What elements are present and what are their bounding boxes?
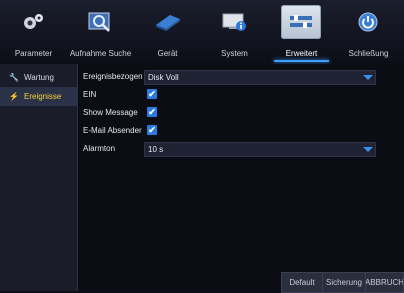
default-button[interactable]: Default	[281, 272, 323, 293]
settings-panel: Ereignisbezogen Disk Voll EIN ✔ Show Mes…	[78, 64, 404, 291]
alarm-label: Alarmton	[83, 144, 116, 153]
nav-geraet[interactable]: Gerät	[134, 0, 201, 64]
nav-schliessung[interactable]: Schließung	[335, 0, 402, 64]
app-window: Parameter Aufnahme Suche Gerät System Er…	[0, 0, 404, 293]
alarm-duration-value: 10 s	[148, 145, 164, 154]
advanced-settings-icon	[281, 5, 321, 39]
chevron-down-icon	[361, 143, 375, 156]
cancel-button[interactable]: ABBRUCH	[365, 272, 404, 293]
wrench-icon: 🔧	[9, 73, 19, 82]
checkmark-icon: ✔	[148, 88, 156, 99]
gear-icon	[13, 5, 53, 39]
event-type-label: Ereignisbezogen	[83, 72, 143, 81]
nav-label: Erweitert	[285, 49, 318, 58]
nav-label: Parameter	[14, 49, 53, 58]
alarm-duration-select[interactable]: 10 s	[144, 142, 376, 157]
video-search-icon	[80, 5, 120, 39]
ein-label: EIN	[83, 90, 97, 99]
alarm-row: Alarmton 10 s	[78, 140, 404, 157]
sidebar-item-wartung[interactable]: 🔧 Wartung	[0, 68, 77, 87]
power-icon	[348, 5, 388, 39]
ein-row: EIN ✔	[78, 86, 404, 103]
nav-label: Gerät	[157, 49, 178, 58]
event-type-value: Disk Voll	[148, 73, 179, 82]
sidebar-item-label: Wartung	[24, 73, 54, 82]
sidebar: 🔧 Wartung ⚡ Ereignisse	[0, 64, 78, 291]
event-type-select[interactable]: Disk Voll	[144, 70, 376, 85]
event-type-row: Ereignisbezogen Disk Voll	[78, 68, 404, 85]
monitor-info-icon	[214, 5, 254, 39]
sidebar-item-ereignisse[interactable]: ⚡ Ereignisse	[0, 87, 77, 106]
nav-system[interactable]: System	[201, 0, 268, 64]
show-message-label: Show Message	[83, 108, 138, 117]
nav-parameter[interactable]: Parameter	[0, 0, 67, 64]
nav-label: Aufnahme Suche	[69, 49, 132, 58]
nav-aufnahme-suche[interactable]: Aufnahme Suche	[67, 0, 134, 64]
show-message-row: Show Message ✔	[78, 104, 404, 121]
nav-erweitert[interactable]: Erweitert	[268, 0, 335, 64]
nav-label: System	[221, 49, 248, 58]
email-checkbox[interactable]: ✔	[147, 125, 157, 135]
email-label: E-Mail Absender	[83, 126, 142, 135]
ein-checkbox[interactable]: ✔	[147, 89, 157, 99]
checkmark-icon: ✔	[148, 124, 156, 135]
save-button[interactable]: Sicherung	[322, 272, 366, 293]
chevron-down-icon	[361, 71, 375, 84]
active-tab-indicator	[274, 60, 329, 62]
harddisk-icon	[147, 5, 187, 39]
checkmark-icon: ✔	[148, 106, 156, 117]
show-message-checkbox[interactable]: ✔	[147, 107, 157, 117]
nav-label: Schließung	[348, 49, 389, 58]
email-row: E-Mail Absender ✔	[78, 122, 404, 139]
sidebar-item-label: Ereignisse	[24, 92, 62, 101]
top-navigation: Parameter Aufnahme Suche Gerät System Er…	[0, 0, 404, 65]
lightning-icon: ⚡	[9, 92, 19, 101]
